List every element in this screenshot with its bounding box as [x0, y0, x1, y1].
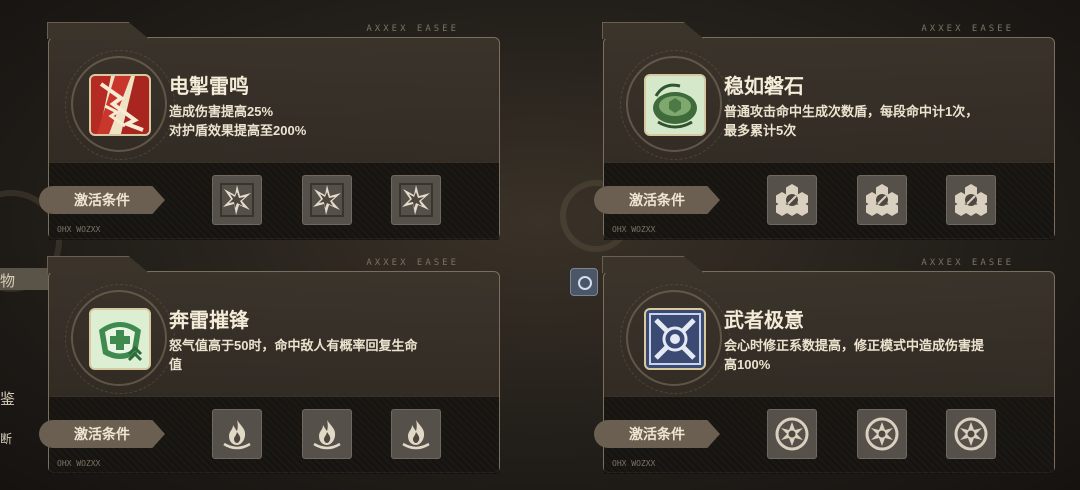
activation-condition-button[interactable]: 激活条件	[39, 186, 165, 214]
skill-description-line: 最多累计5次	[724, 123, 797, 138]
card-top: 奔雷摧锋 怒气值高于50时，命中敌人有概率回复生命 值	[49, 272, 499, 396]
skill-title: 电掣雷鸣	[169, 76, 249, 98]
condition-slot[interactable]	[857, 409, 907, 459]
skill-title: 稳如磐石	[724, 76, 804, 98]
condition-slot[interactable]	[212, 409, 262, 459]
condition-slot[interactable]	[391, 175, 441, 225]
card-deco-text: AXXEX EASEE	[366, 24, 459, 34]
skill-icon-frame	[620, 284, 730, 394]
skill-card-3[interactable]: AXXEX EASEE 奔雷摧锋 怒气值高于50时，命中敌人有概率回复生命 值 …	[39, 258, 500, 474]
skill-description-line: 会心时修正系数提高，修正模式中造成伤害提	[724, 338, 985, 353]
skill-card-4[interactable]: AXXEX EASEE 武者极意 会心时修正系数提高，修正模式中造成伤害提 高1…	[594, 258, 1055, 474]
turtle-shell-icon	[644, 74, 706, 136]
activation-condition-button[interactable]: 激活条件	[594, 420, 720, 448]
flame-icon	[313, 420, 341, 450]
flame-icon	[402, 420, 430, 450]
card-foot-text: OHX WOZXX	[612, 225, 656, 234]
card-top: 电掣雷鸣 造成伤害提高25% 对护盾效果提高至200%	[49, 38, 499, 162]
spiral-star-icon	[775, 417, 809, 451]
hexagon-cluster-icon	[955, 184, 987, 216]
gear-icon[interactable]	[570, 268, 598, 296]
skill-title: 武者极意	[724, 310, 804, 332]
lightning-burst-icon	[220, 183, 254, 217]
skill-description-line: 怒气值高于50时，命中敌人有概率回复生命	[169, 338, 418, 353]
skill-card-1[interactable]: AXXEX EASEE 电掣雷鸣 造成伤害提高25% 对护盾效果提高至200% …	[39, 24, 500, 240]
skill-description: 会心时修正系数提高，修正模式中造成伤害提 高100%	[724, 336, 1034, 374]
skill-icon-frame	[65, 284, 175, 394]
condition-slot[interactable]	[767, 409, 817, 459]
skill-icon-frame	[620, 50, 730, 160]
condition-slot[interactable]	[212, 175, 262, 225]
skill-icon-frame	[65, 50, 175, 160]
skill-description-line: 对护盾效果提高至200%	[169, 123, 307, 138]
hexagon-cluster-icon	[866, 184, 898, 216]
heal-cross-icon	[89, 308, 151, 370]
card-top: 武者极意 会心时修正系数提高，修正模式中造成伤害提 高100%	[604, 272, 1054, 396]
spiral-star-icon	[865, 417, 899, 451]
lightning-burst-icon	[310, 183, 344, 217]
flame-icon	[223, 420, 251, 450]
skill-description: 怒气值高于50时，命中敌人有概率回复生命 值	[169, 336, 479, 374]
card-foot-text: OHX WOZXX	[57, 225, 101, 234]
skill-title: 奔雷摧锋	[169, 310, 249, 332]
skill-card-2[interactable]: AXXEX EASEE 稳如磐石 普通攻击命中生成次数盾，每段命中计1次， 最多…	[594, 24, 1055, 240]
skill-description-line: 高100%	[724, 357, 771, 372]
activation-condition-button[interactable]: 激活条件	[39, 420, 165, 448]
condition-slot[interactable]	[302, 175, 352, 225]
card-deco-text: AXXEX EASEE	[366, 258, 459, 268]
sidebar-label-jian[interactable]: 鉴	[0, 388, 15, 409]
condition-slot[interactable]	[946, 175, 996, 225]
skill-description-line: 普通攻击命中生成次数盾，每段命中计1次，	[724, 104, 979, 119]
card-foot-text: OHX WOZXX	[612, 459, 656, 468]
skill-description: 普通攻击命中生成次数盾，每段命中计1次， 最多累计5次	[724, 102, 1034, 140]
card-foot-text: OHX WOZXX	[57, 459, 101, 468]
condition-slot[interactable]	[946, 409, 996, 459]
condition-slot[interactable]	[302, 409, 352, 459]
condition-slot[interactable]	[857, 175, 907, 225]
activation-condition-button[interactable]: 激活条件	[594, 186, 720, 214]
skill-description: 造成伤害提高25% 对护盾效果提高至200%	[169, 102, 479, 140]
card-top: 稳如磐石 普通攻击命中生成次数盾，每段命中计1次， 最多累计5次	[604, 38, 1054, 162]
condition-slot[interactable]	[767, 175, 817, 225]
condition-slot[interactable]	[391, 409, 441, 459]
spiral-star-icon	[954, 417, 988, 451]
card-deco-text: AXXEX EASEE	[921, 258, 1014, 268]
lightning-burst-icon	[399, 183, 433, 217]
skill-description-line: 造成伤害提高25%	[169, 104, 274, 119]
card-deco-text: AXXEX EASEE	[921, 24, 1014, 34]
lightning-icon	[89, 74, 151, 136]
crossed-swords-icon	[644, 308, 706, 370]
hexagon-cluster-icon	[776, 184, 808, 216]
skill-description-line: 值	[169, 357, 183, 372]
sidebar-label-wu[interactable]: 物	[0, 270, 15, 291]
sidebar-label-duan[interactable]: 断	[0, 430, 12, 447]
